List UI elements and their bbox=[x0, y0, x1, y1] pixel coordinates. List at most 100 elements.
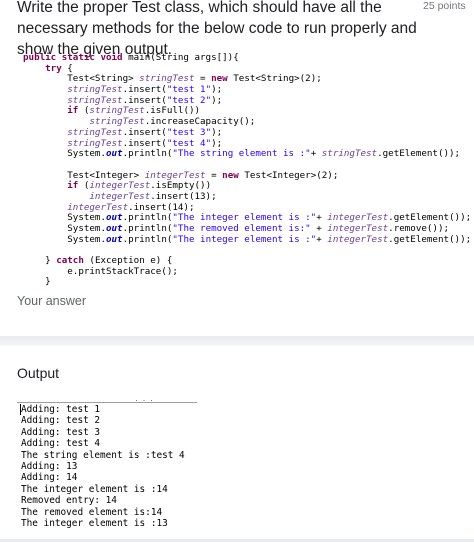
code-token: stringTest bbox=[23, 116, 145, 128]
code-token: integerTest bbox=[89, 180, 151, 192]
code-token: .insert(14); bbox=[128, 201, 195, 213]
code-token: + bbox=[310, 148, 322, 160]
code-token: ); bbox=[211, 126, 223, 138]
question-title: Write the proper Test class, which shoul… bbox=[17, 0, 417, 58]
code-token: integerTest bbox=[23, 201, 129, 213]
code-token: .println( bbox=[122, 233, 173, 245]
output-line: Removed entry: 14 bbox=[21, 495, 117, 507]
output-line: Adding: test 2 bbox=[21, 415, 101, 427]
code-token: integerTest bbox=[327, 223, 389, 234]
code-token: Test<Integer> bbox=[23, 169, 145, 181]
code-token: stringTest bbox=[23, 94, 123, 106]
code-token: "The integer element is :" bbox=[172, 233, 317, 245]
code-token: ); bbox=[211, 137, 223, 149]
code-token: Test<Integer>(2); bbox=[244, 169, 339, 181]
output-line: Adding: 14 bbox=[21, 472, 78, 484]
code-token: = bbox=[205, 169, 223, 181]
code-token: stringTest bbox=[139, 73, 195, 85]
code-token: "test 1" bbox=[166, 84, 212, 96]
code-token: "The integer element is :" bbox=[172, 212, 317, 224]
code-token: main(String args[]){ bbox=[128, 52, 239, 63]
code-token: integerTest bbox=[23, 190, 151, 202]
code-token: ); bbox=[211, 94, 223, 106]
code-token: } bbox=[23, 276, 51, 288]
section-divider bbox=[0, 336, 474, 346]
output-text: Adding: test 1 Adding: test 2 Adding: test… bbox=[21, 404, 185, 529]
code-token: + bbox=[316, 233, 328, 245]
code-token: System. bbox=[23, 223, 106, 234]
code-token: out bbox=[105, 212, 123, 224]
output-line: Adding: 13 bbox=[21, 460, 78, 472]
code-token: .isEmpty()) bbox=[150, 180, 212, 192]
code-line: e.printStackTrace(); bbox=[23, 265, 471, 278]
code-token: .insert( bbox=[122, 137, 167, 149]
code-token: e.printStackTrace(); bbox=[23, 265, 178, 277]
code-token: .getElement()); bbox=[388, 212, 472, 224]
code-token: .increaseCapacity(); bbox=[144, 116, 256, 128]
output-line: Adding: test 1 bbox=[21, 404, 101, 415]
code-token: new bbox=[211, 73, 234, 85]
output-line: The string element is :test 4 bbox=[21, 449, 185, 461]
code-token: try bbox=[23, 62, 68, 74]
code-token: .remove()); bbox=[388, 223, 450, 234]
code-token: System. bbox=[23, 233, 106, 245]
code-token: new bbox=[222, 169, 245, 181]
question-card: Write the proper Test class, which shoul… bbox=[0, 0, 474, 336]
output-line: The integer element is :13 bbox=[21, 517, 168, 529]
code-token: stringTest bbox=[23, 126, 123, 138]
code-token: public static void bbox=[23, 52, 129, 63]
code-token: "The removed element is:" bbox=[172, 223, 311, 234]
output-section: Output · · · Adding: test 1 Adding: test … bbox=[0, 346, 474, 542]
code-token: Test<String>(2); bbox=[233, 73, 322, 85]
code-token: System. bbox=[23, 212, 106, 224]
code-snippet: public static void main(String args[]){ … bbox=[23, 52, 472, 288]
output-line: The integer element is :14 bbox=[21, 483, 168, 495]
code-token: .println( bbox=[122, 223, 173, 234]
code-token: .getElement()); bbox=[377, 148, 461, 160]
code-token: } bbox=[23, 255, 57, 267]
code-token: + bbox=[316, 212, 328, 224]
code-token: out bbox=[105, 233, 123, 245]
code-token: out bbox=[105, 223, 123, 234]
answer-field-placeholder[interactable]: Your answer bbox=[17, 294, 86, 308]
code-token: integerTest bbox=[144, 169, 206, 181]
code-token: .insert(13); bbox=[150, 190, 217, 202]
output-heading: Output bbox=[17, 365, 60, 381]
code-token: "test 4" bbox=[166, 137, 212, 149]
code-line: System.out.println("The string element i… bbox=[23, 148, 471, 160]
code-token: stringTest bbox=[23, 84, 123, 96]
code-token: { bbox=[67, 62, 73, 74]
code-token: + bbox=[310, 223, 328, 234]
code-token: if bbox=[23, 105, 84, 117]
output-line: Adding: test 4 bbox=[21, 438, 101, 450]
code-token: integerTest bbox=[327, 233, 389, 245]
code-token: .insert( bbox=[122, 84, 167, 96]
output-line: The removed element is:14 bbox=[21, 506, 163, 518]
code-token: "test 2" bbox=[166, 94, 212, 106]
code-token: stringTest bbox=[23, 137, 123, 149]
code-token: catch bbox=[56, 255, 90, 267]
code-token: if bbox=[23, 180, 84, 192]
output-box-border bbox=[17, 402, 197, 403]
code-token: .getElement()); bbox=[388, 233, 472, 245]
code-token: "test 3" bbox=[166, 126, 212, 138]
code-token: (Exception e) { bbox=[89, 255, 173, 267]
code-token: System. bbox=[23, 148, 106, 160]
code-token: stringTest bbox=[89, 105, 145, 117]
code-line: System.out.println("The integer element … bbox=[23, 233, 472, 246]
code-token: ); bbox=[211, 84, 223, 96]
points-badge: 25 points bbox=[423, 0, 466, 12]
code-token: .isFull()) bbox=[144, 105, 201, 117]
code-token: integerTest bbox=[327, 212, 389, 224]
code-line: } bbox=[23, 277, 471, 288]
code-token: "The string element is :" bbox=[172, 148, 311, 160]
code-token: out bbox=[105, 148, 123, 160]
code-token: stringTest bbox=[321, 148, 378, 160]
code-token: Test<String> bbox=[23, 73, 140, 85]
code-token: .println( bbox=[122, 212, 173, 224]
code-token: = bbox=[194, 73, 212, 85]
code-token: .insert( bbox=[122, 94, 167, 106]
code-line: public static void main(String args[]){ bbox=[23, 52, 471, 64]
code-token: .println( bbox=[122, 148, 173, 160]
output-line: Adding: test 3 bbox=[21, 426, 101, 438]
